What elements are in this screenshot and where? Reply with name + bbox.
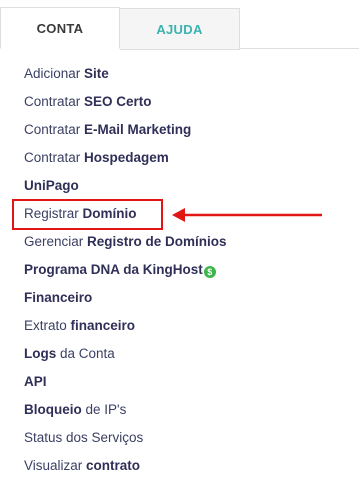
- menu-item-bold: UniPago: [24, 178, 79, 193]
- menu-item-gerenciar-registro[interactable]: Gerenciar Registro de Domínios: [24, 228, 227, 256]
- menu-item-text: Extrato: [24, 318, 71, 333]
- menu-item-text: Contratar: [24, 122, 85, 137]
- tab-conta[interactable]: CONTA: [0, 7, 120, 49]
- menu-item-bold: financeiro: [70, 318, 136, 333]
- menu-link[interactable]: Visualizar contrato: [24, 458, 140, 473]
- menu-item-bold: API: [24, 374, 47, 389]
- menu-link[interactable]: Contratar Hospedagem: [24, 150, 169, 165]
- menu-item-bold: Bloqueio: [24, 402, 82, 417]
- menu-item-visualizar-contrato[interactable]: Visualizar contrato: [24, 452, 227, 480]
- menu-item-programa-dna[interactable]: Programa DNA da KingHost $: [24, 256, 227, 284]
- menu-link[interactable]: API: [24, 374, 47, 389]
- menu-link[interactable]: Adicionar Site: [24, 66, 109, 81]
- menu-item-adicionar-site[interactable]: Adicionar Site: [24, 60, 227, 88]
- menu-link[interactable]: Financeiro: [24, 290, 92, 305]
- arrow-left-icon: [172, 208, 322, 222]
- menu-link[interactable]: Contratar E-Mail Marketing: [24, 122, 191, 137]
- highlight-box: [12, 199, 163, 230]
- menu-item-bold: Site: [84, 66, 109, 81]
- menu-item-bold: Hospedagem: [84, 150, 169, 165]
- account-menu: Adicionar Site Contratar SEO Certo Contr…: [24, 60, 227, 480]
- menu-item-bloqueio-ip[interactable]: Bloqueio de IP's: [24, 396, 227, 424]
- menu-item-status-servicos[interactable]: Status dos Serviços: [24, 424, 227, 452]
- menu-item-text: Adicionar: [24, 66, 85, 81]
- menu-link[interactable]: Bloqueio de IP's: [24, 402, 126, 417]
- menu-link[interactable]: Contratar SEO Certo: [24, 94, 152, 109]
- menu-item-bold: SEO Certo: [84, 94, 152, 109]
- menu-link[interactable]: UniPago: [24, 178, 79, 193]
- menu-item-bold: E-Mail Marketing: [84, 122, 192, 137]
- menu-item-text: Visualizar: [24, 458, 87, 473]
- menu-item-bold: contrato: [86, 458, 141, 473]
- menu-link[interactable]: Gerenciar Registro de Domínios: [24, 234, 227, 249]
- menu-item-text: Status dos Serviços: [24, 430, 144, 445]
- tab-bar: CONTA AJUDA: [0, 0, 359, 50]
- menu-item-api[interactable]: API: [24, 368, 227, 396]
- menu-item-extrato-financeiro[interactable]: Extrato financeiro: [24, 312, 227, 340]
- menu-item-bold: Programa DNA da KingHost: [24, 262, 203, 277]
- menu-link[interactable]: Extrato financeiro: [24, 318, 135, 333]
- dollar-coin-icon: $: [203, 266, 216, 278]
- menu-link[interactable]: Logs da Conta: [24, 346, 115, 361]
- menu-item-bold: Logs: [24, 346, 57, 361]
- menu-item-text: Gerenciar: [24, 234, 88, 249]
- menu-item-contratar-email-marketing[interactable]: Contratar E-Mail Marketing: [24, 116, 227, 144]
- menu-item-text: Contratar: [24, 94, 85, 109]
- menu-item-text: da Conta: [56, 346, 115, 361]
- menu-link[interactable]: Status dos Serviços: [24, 430, 143, 445]
- menu-item-bold: Financeiro: [24, 290, 93, 305]
- menu-item-text: Contratar: [24, 150, 85, 165]
- menu-item-bold: Registro de Domínios: [87, 234, 227, 249]
- menu-item-logs-conta[interactable]: Logs da Conta: [24, 340, 227, 368]
- menu-item-text: de IP's: [81, 402, 127, 417]
- menu-item-contratar-hospedagem[interactable]: Contratar Hospedagem: [24, 144, 227, 172]
- tab-ajuda[interactable]: AJUDA: [120, 8, 240, 50]
- menu-item-financeiro[interactable]: Financeiro: [24, 284, 227, 312]
- menu-item-unipago[interactable]: UniPago: [24, 172, 227, 200]
- menu-item-contratar-seo[interactable]: Contratar SEO Certo: [24, 88, 227, 116]
- menu-link[interactable]: Programa DNA da KingHost $: [24, 262, 216, 278]
